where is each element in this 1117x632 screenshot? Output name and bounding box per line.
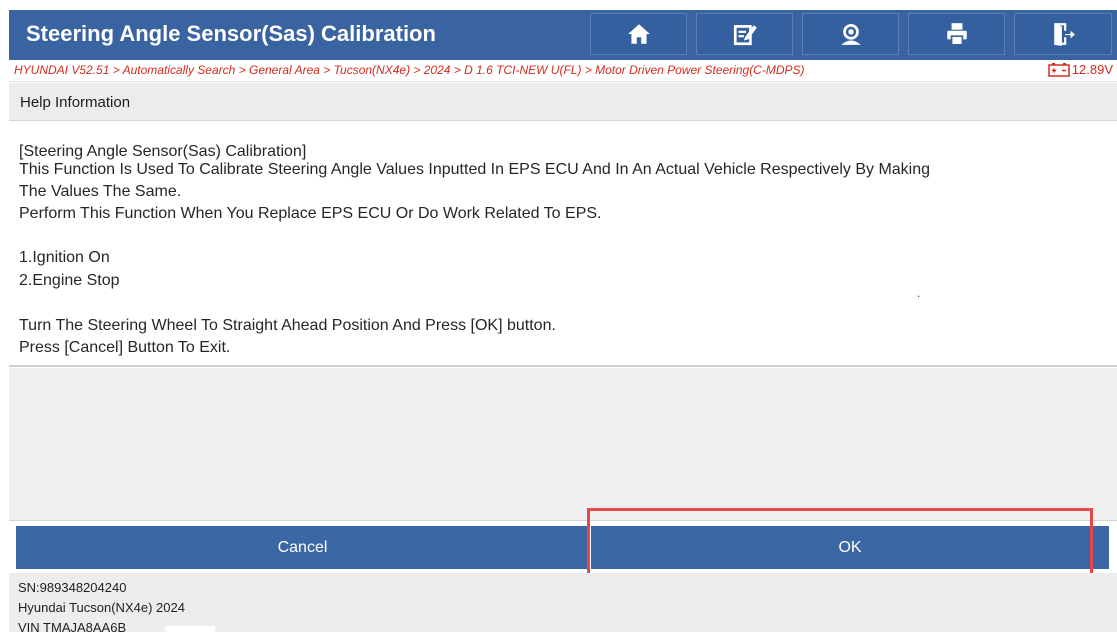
print-icon <box>946 23 967 46</box>
help-content: [Steering Angle Sensor(Sas) Calibration]… <box>9 121 1117 367</box>
home-button[interactable] <box>590 13 687 55</box>
print-button[interactable] <box>908 13 1005 55</box>
battery-icon <box>1048 63 1070 77</box>
help-line: Turn The Steering Wheel To Straight Ahea… <box>19 317 556 334</box>
stray-dot: . <box>917 286 921 300</box>
serial-number: SN:989348204240 <box>18 580 127 595</box>
support-button[interactable] <box>802 13 899 55</box>
support-icon <box>840 23 861 45</box>
cancel-button[interactable]: Cancel <box>16 526 589 569</box>
page-title: Steering Angle Sensor(Sas) Calibration <box>26 21 436 46</box>
breadcrumb-path: HYUNDAI V52.51 > Automatically Search > … <box>14 63 805 77</box>
title-bar: Steering Angle Sensor(Sas) Calibration <box>9 10 1117 60</box>
empty-panel <box>9 368 1117 521</box>
redaction-box <box>165 626 215 632</box>
home-icon <box>627 24 650 44</box>
help-line: The Values The Same. <box>19 183 182 200</box>
voltage-value: 12.89V <box>1071 62 1113 77</box>
exit-button[interactable] <box>1014 13 1112 55</box>
vin-number: VIN TMAJA8AA6B <box>18 620 127 632</box>
vehicle-name: Hyundai Tucson(NX4e) 2024 <box>18 600 185 615</box>
battery-voltage: 12.89V <box>1048 62 1113 77</box>
help-line: This Function Is Used To Calibrate Steer… <box>19 161 931 178</box>
help-header-label: Help Information <box>20 94 131 111</box>
help-line: Perform This Function When You Replace E… <box>19 205 602 222</box>
ok-highlight-box <box>587 508 1093 580</box>
help-line: [Steering Angle Sensor(Sas) Calibration] <box>19 143 307 160</box>
help-line: Press [Cancel] Button To Exit. <box>19 339 231 356</box>
exit-icon <box>1054 23 1075 46</box>
help-line: 2.Engine Stop <box>19 272 120 289</box>
breadcrumb: HYUNDAI V52.51 > Automatically Search > … <box>9 60 1117 82</box>
help-line: 1.Ignition On <box>19 249 110 266</box>
edit-icon <box>733 25 757 46</box>
vehicle-info-footer: SN:989348204240 Hyundai Tucson(NX4e) 202… <box>9 573 1117 632</box>
edit-button[interactable] <box>696 13 793 55</box>
help-header: Help Information <box>9 83 1117 121</box>
